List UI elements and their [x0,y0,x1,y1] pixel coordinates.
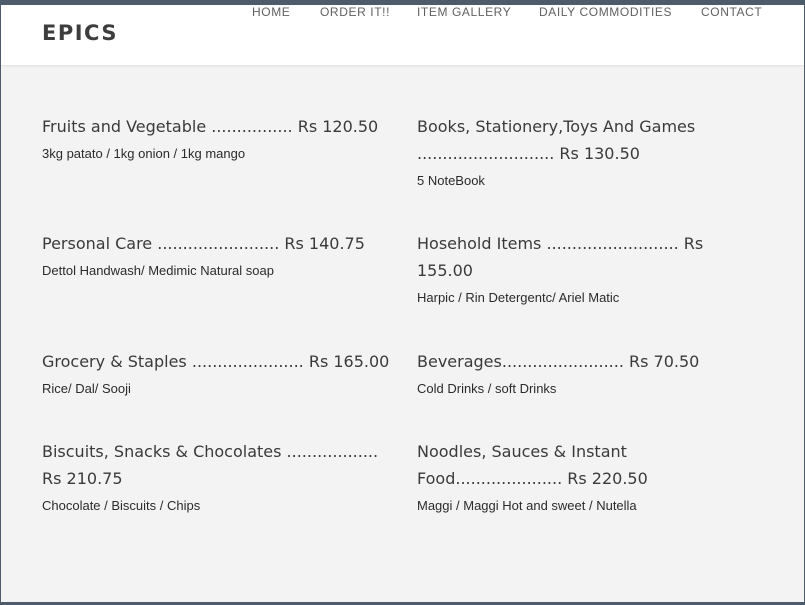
nav-order-it[interactable]: ORDER IT!! [320,5,390,19]
item-description: Maggi / Maggi Hot and sweet / Nutella [417,498,637,513]
menu-item: Fruits and Vegetable ................ Rs… [42,113,392,161]
menu-item: Personal Care ........................ R… [42,230,392,278]
item-title: Fruits and Vegetable ................ Rs… [42,117,379,136]
item-title: Grocery & Staples ......................… [42,352,390,371]
item-description: 3kg patato / 1kg onion / 1kg mango [42,146,246,161]
item-title: Beverages........................ Rs 70.… [417,352,700,371]
menu-item: Beverages........................ Rs 70.… [417,348,717,396]
top-navbar: EPICS HOME ORDER IT!! ITEM GALLERY DAILY… [1,5,804,66]
menu-item: Grocery & Staples ......................… [42,348,392,396]
item-title: Personal Care ........................ R… [42,234,365,253]
menu-item: Hosehold Items .........................… [417,230,717,305]
item-description: 5 NoteBook [417,173,485,188]
item-title: Noodles, Sauces & Instant Food..........… [417,442,648,488]
item-description: Harpic / Rin Detergentc/ Ariel Matic [417,290,620,305]
nav-daily-commodities[interactable]: DAILY COMMODITIES [539,5,672,19]
item-description: Rice/ Dal/ Sooji [42,381,131,396]
item-description: Chocolate / Biscuits / Chips [42,498,201,513]
menu-item: Books, Stationery,Toys And Games .......… [417,113,717,188]
nav-item-gallery[interactable]: ITEM GALLERY [417,5,511,19]
item-title: Books, Stationery,Toys And Games .......… [417,117,696,163]
item-description: Cold Drinks / soft Drinks [417,381,557,396]
item-description: Dettol Handwash/ Medimic Natural soap [42,263,274,278]
nav-home[interactable]: HOME [252,5,290,19]
browser-viewport: EPICS HOME ORDER IT!! ITEM GALLERY DAILY… [1,5,804,602]
menu-item: Biscuits, Snacks & Chocolates ..........… [42,438,392,513]
item-title: Hosehold Items .........................… [417,234,704,280]
nav-contact[interactable]: CONTACT [701,5,762,19]
brand-logo[interactable]: EPICS [42,21,118,45]
screen-frame: EPICS HOME ORDER IT!! ITEM GALLERY DAILY… [0,0,805,605]
item-title: Biscuits, Snacks & Chocolates ..........… [42,442,379,488]
menu-item: Noodles, Sauces & Instant Food..........… [417,438,677,513]
